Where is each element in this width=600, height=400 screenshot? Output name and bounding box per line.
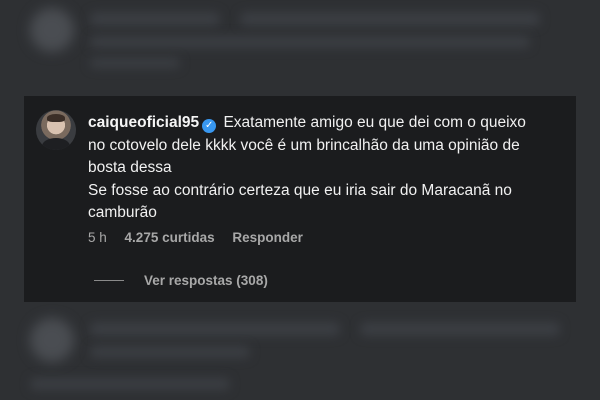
comment-text-line-5: camburão	[88, 204, 157, 221]
avatar[interactable]	[36, 110, 76, 150]
replies-divider	[94, 280, 124, 281]
username-link[interactable]: caiqueoficial95	[88, 114, 199, 131]
reply-button[interactable]: Responder	[232, 230, 303, 245]
comment-text-line-2: no cotovelo dele kkkk você é um brincalh…	[88, 136, 520, 154]
comment-text-line-4: Se fosse ao contrário certeza que eu iri…	[88, 181, 512, 199]
verified-badge-icon: ✓	[202, 119, 217, 133]
likes-count[interactable]: 4.275 curtidas	[125, 230, 215, 245]
comment-meta: 5 h 4.275 curtidas Responder	[88, 230, 317, 245]
comment-time: 5 h	[88, 230, 107, 245]
comment-body: caiqueoficial95 ✓ Exatamente amigo eu que…	[88, 112, 566, 225]
view-replies-label: Ver respostas (308)	[144, 273, 268, 288]
comment-text-line-3: bosta dessa	[88, 159, 172, 176]
comment-text-line-1: Exatamente amigo eu que dei com o queixo	[223, 114, 526, 131]
comment-card: caiqueoficial95 ✓ Exatamente amigo eu que…	[24, 96, 576, 302]
view-replies-button[interactable]: Ver respostas (308)	[94, 273, 268, 288]
